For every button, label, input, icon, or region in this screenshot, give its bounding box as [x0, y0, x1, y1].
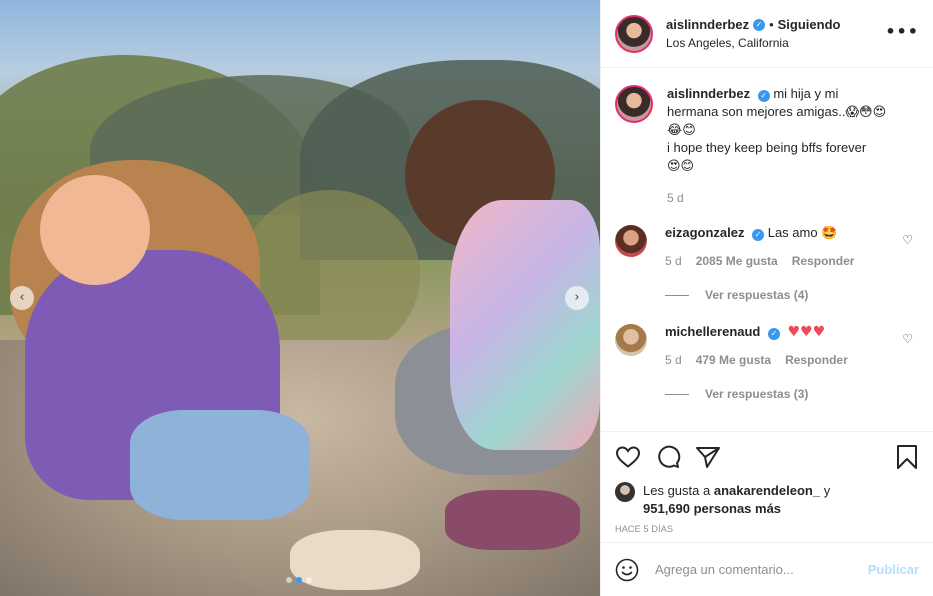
view-replies-button[interactable]: Ver respuestas (3) [665, 387, 919, 401]
carousel-dot-active [296, 577, 302, 583]
follow-status-button[interactable]: Siguiendo [778, 17, 841, 32]
verified-badge-icon: ✓ [753, 18, 766, 31]
replies-divider [665, 294, 689, 296]
post-location[interactable]: Los Angeles, California [666, 36, 840, 50]
more-options-icon[interactable]: ••• [885, 22, 919, 41]
verified-badge-icon: ✓ [752, 229, 765, 241]
reply-button[interactable]: Responder [785, 353, 848, 367]
caption-text-line2: i hope they keep being bffs forever [667, 140, 867, 155]
author-avatar[interactable] [615, 85, 653, 123]
bookmark-icon[interactable] [895, 444, 919, 470]
view-replies-label: Ver respuestas (4) [705, 288, 809, 302]
comment-like-icon[interactable]: ♡ [902, 332, 913, 346]
commenter-avatar[interactable] [615, 225, 647, 257]
paper-plane-icon[interactable] [695, 445, 721, 469]
liker-username[interactable]: anakarendeleon_ [714, 483, 820, 498]
carousel-prev-button[interactable]: ‹ [10, 286, 34, 310]
photo-tie-dye-shirt [450, 200, 600, 450]
caption-text-line3: 😍😊 [667, 158, 695, 173]
reply-button[interactable]: Responder [792, 254, 855, 268]
replies-divider [665, 393, 689, 395]
commenter-avatar[interactable] [615, 324, 647, 356]
comment-likes[interactable]: 2085 Me gusta [696, 254, 778, 268]
photo-jeans [130, 410, 310, 520]
publish-button[interactable]: Publicar [868, 562, 919, 577]
liker-avatar[interactable] [615, 482, 635, 502]
likes-prefix: Les gusta a [643, 483, 711, 498]
post-photo[interactable]: ‹ › [0, 0, 600, 596]
carousel-dots [286, 577, 312, 583]
comment-text: ♥♥♥ [787, 324, 826, 340]
post-actions: Les gusta a anakarendeleon_ y 951,690 pe… [601, 431, 933, 543]
author-username[interactable]: aislinnderbez [666, 17, 749, 32]
likes-conj: y [823, 483, 831, 498]
post-caption: aislinnderbez ✓ mi hija y mi hermana son… [615, 85, 919, 207]
view-replies-button[interactable]: Ver respuestas (4) [665, 288, 919, 302]
separator-dot: • [769, 17, 774, 32]
comment-likes[interactable]: 479 Me gusta [696, 353, 771, 367]
caption-timestamp: 5 d [667, 191, 684, 205]
verified-badge-icon: ✓ [768, 328, 780, 340]
post-side-panel: aislinnderbez ✓ • Siguiendo Los Angeles,… [600, 0, 933, 596]
instagram-post-modal: ‹ › aislinnderbez ✓ • Siguiendo Los Ange… [0, 0, 933, 596]
caption-username[interactable]: aislinnderbez [667, 86, 750, 101]
author-avatar[interactable] [615, 14, 653, 53]
comment-text: Las amo 🤩 [767, 225, 838, 240]
comment-input[interactable] [655, 562, 868, 577]
carousel-dot [306, 577, 312, 583]
smiley-icon[interactable] [615, 558, 639, 582]
comment-item: michellerenaud ✓ ♥♥♥ 5 d 479 Me gusta Re… [615, 324, 919, 367]
photo-sneaker [445, 490, 580, 550]
commenter-username[interactable]: michellerenaud [665, 324, 760, 339]
commenter-username[interactable]: eizagonzalez [665, 225, 744, 240]
likes-count[interactable]: 951,690 personas más [643, 501, 781, 516]
post-header: aislinnderbez ✓ • Siguiendo Los Angeles,… [601, 0, 933, 68]
comment-bubble-icon[interactable] [655, 445, 681, 469]
comment-time: 5 d [665, 353, 682, 367]
comments-list[interactable]: aislinnderbez ✓ mi hija y mi hermana son… [601, 69, 933, 431]
carousel-next-button[interactable]: › [565, 286, 589, 310]
comment-item: eizagonzalez ✓ Las amo 🤩 5 d 2085 Me gus… [615, 225, 919, 268]
likes-summary: Les gusta a anakarendeleon_ y 951,690 pe… [615, 482, 919, 518]
comment-time: 5 d [665, 254, 682, 268]
post-date[interactable]: HACE 5 DÍAS [615, 524, 919, 534]
carousel-dot [286, 577, 292, 583]
comment-like-icon[interactable]: ♡ [902, 233, 913, 247]
heart-outline-icon[interactable] [615, 445, 641, 469]
add-comment-bar: Publicar [601, 542, 933, 596]
view-replies-label: Ver respuestas (3) [705, 387, 809, 401]
photo-face [40, 175, 150, 285]
verified-badge-icon: ✓ [757, 90, 770, 102]
